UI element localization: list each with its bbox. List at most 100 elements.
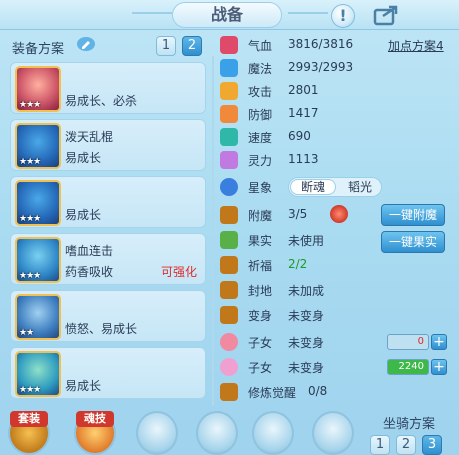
equipment-slot-1[interactable]: ★★★ 易成长、必杀	[10, 62, 206, 114]
point-plan-link[interactable]: 加点方案4	[388, 37, 444, 54]
help-button[interactable]: !	[331, 4, 355, 28]
equipment-slot-3[interactable]: ★★★ 易成长	[10, 176, 206, 228]
mount-plan-2[interactable]: 2	[396, 435, 416, 455]
extra-transform: 变身 未变身	[220, 305, 459, 325]
stat-defense: 防御 1417	[220, 104, 459, 124]
item-stars: ★★★	[19, 100, 41, 110]
child-1-bar: 0	[387, 334, 429, 350]
share-button[interactable]	[373, 4, 399, 26]
stat-label: 攻击	[248, 85, 273, 99]
equipment-slot-2[interactable]: ★★★ 泼天乱棍 易成长	[10, 119, 206, 171]
upgradable-badge: 可强化	[160, 265, 197, 279]
equipment-slot-6[interactable]: ★★★ 易成长	[10, 347, 206, 399]
stat-label: 防御	[248, 108, 273, 122]
equipment-plan-1[interactable]: 1	[156, 36, 176, 56]
spirit-icon	[220, 151, 238, 169]
stat-label: 附魔	[248, 209, 273, 223]
fruit-icon	[220, 231, 238, 249]
pet-skill-slot-1[interactable]	[136, 411, 178, 455]
equipment-slot-5[interactable]: ★★ 愤怒、易成长	[10, 290, 206, 342]
xingxiang-toggle[interactable]: 断魂 韬光	[288, 177, 382, 197]
star-icon	[220, 178, 238, 196]
pencil-icon	[77, 37, 95, 51]
stat-label: 魔法	[248, 62, 273, 76]
child-icon	[220, 358, 238, 376]
one-click-enchant-button[interactable]: 一键附魔	[381, 204, 445, 226]
mana-icon	[220, 59, 238, 77]
transform-icon	[220, 306, 238, 324]
item-4-line2: 药香吸收	[65, 265, 114, 279]
equipment-plan-2[interactable]: 2	[182, 36, 202, 56]
xingxiang-option-a[interactable]: 断魂	[290, 179, 336, 195]
stat-label: 封地	[248, 284, 273, 298]
item-5-line1: 愤怒、易成长	[65, 322, 138, 336]
stat-value: 未变身	[288, 336, 325, 350]
shield-icon	[220, 105, 238, 123]
stat-label: 速度	[248, 131, 273, 145]
enchant-icon	[220, 206, 238, 224]
soul-skill-tag[interactable]: 魂技	[76, 411, 114, 427]
item-stars: ★★	[19, 328, 34, 338]
pet-skill-slot-2[interactable]	[196, 411, 238, 455]
stat-speed: 速度 690	[220, 127, 459, 147]
title-decoration-left	[132, 12, 172, 14]
stat-value: 未加成	[288, 284, 325, 298]
stat-label: 气血	[248, 39, 273, 53]
item-2-line1: 泼天乱棍	[65, 130, 114, 144]
stat-value: 2993/2993	[288, 60, 354, 74]
stat-label: 子女	[248, 336, 273, 350]
item-icon-5: ★★	[15, 294, 61, 340]
stat-value: 未使用	[288, 234, 325, 248]
stat-label: 果实	[248, 234, 273, 248]
item-stars: ★★★	[19, 214, 41, 224]
pet-skill-slot-4[interactable]	[312, 411, 354, 455]
stat-value: 0/8	[308, 384, 328, 398]
stat-label: 变身	[248, 309, 273, 323]
mount-plan-1[interactable]: 1	[370, 435, 390, 455]
extra-blessing: 祈福 2/2	[220, 255, 459, 275]
stat-value: 2/2	[288, 257, 308, 271]
heart-icon	[220, 36, 238, 54]
attack-icon	[220, 82, 238, 100]
stat-value: 1113	[288, 152, 319, 166]
extra-fief: 封地 未加成	[220, 280, 459, 300]
item-6-line1: 易成长	[65, 379, 102, 393]
stat-label: 祈福	[248, 259, 273, 273]
item-stars: ★★★	[19, 157, 41, 167]
one-click-fruit-button[interactable]: 一键果实	[381, 231, 445, 253]
equipment-slot-4[interactable]: ★★★ 嗜血连击 药香吸收 可强化	[10, 233, 206, 285]
item-icon-4: ★★★	[15, 237, 61, 283]
stat-value: 3/5	[288, 207, 308, 221]
equipment-plan-label: 装备方案	[12, 42, 65, 57]
xingxiang-option-b[interactable]: 韬光	[339, 179, 381, 195]
stat-attack: 攻击 2801	[220, 81, 459, 101]
title-decoration-right	[288, 12, 328, 14]
edit-plan-button[interactable]	[76, 36, 96, 52]
stat-label: 星象	[248, 181, 273, 195]
page-title: 战备	[172, 2, 282, 28]
child-2-add-button[interactable]: +	[431, 359, 447, 375]
stat-spirit: 灵力 1113	[220, 150, 459, 170]
share-icon	[373, 5, 398, 26]
item-4-line1: 嗜血连击	[65, 244, 114, 258]
panel-divider	[212, 56, 214, 406]
pet-skill-slot-3[interactable]	[252, 411, 294, 455]
child-1-add-button[interactable]: +	[431, 334, 447, 350]
stat-label: 子女	[248, 361, 273, 375]
stat-value: 3816/3816	[288, 37, 354, 51]
item-2-line2: 易成长	[65, 151, 102, 165]
item-3-line1: 易成长	[65, 208, 102, 222]
stat-label: 灵力	[248, 154, 273, 168]
item-icon-1: ★★★	[15, 66, 61, 112]
stat-value: 未变身	[288, 361, 325, 375]
cultivation-icon	[220, 383, 238, 401]
item-1-line1: 易成长、必杀	[65, 94, 138, 108]
stat-mp: 魔法 2993/2993	[220, 58, 459, 78]
stat-value: 未变身	[288, 309, 325, 323]
enchant-orb-icon	[330, 205, 348, 223]
speed-icon	[220, 128, 238, 146]
mount-plan-3[interactable]: 3	[422, 435, 442, 455]
stat-value: 1417	[288, 106, 319, 120]
suit-tag[interactable]: 套装	[10, 411, 48, 427]
mount-plan-label: 坐骑方案	[383, 417, 436, 432]
